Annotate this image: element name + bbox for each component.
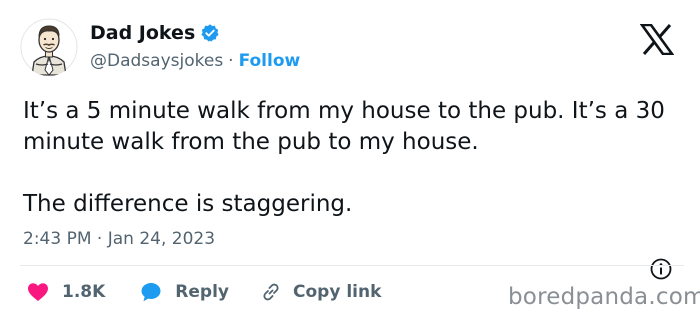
like-button[interactable]: 1.8K [26,280,105,304]
verified-badge-icon [201,24,219,42]
heart-icon [28,283,48,301]
watermark: boredpanda.com [508,284,700,310]
tweet-paragraph: The difference is staggering. [23,191,353,217]
follow-button[interactable]: Follow [239,51,301,71]
reply-bubble-icon [141,283,161,302]
author-handle-row: @Dadsaysjokes · Follow [90,51,300,71]
info-icon[interactable] [650,258,672,280]
tweet-timestamp[interactable]: 2:43 PM · Jan 24, 2023 [23,229,215,249]
likes-count: 1.8K [62,282,106,302]
copy-link-label: Copy link [293,282,382,302]
author-handle[interactable]: @Dadsaysjokes [90,51,223,71]
author-avatar[interactable] [20,18,78,76]
divider [20,265,684,266]
x-logo-icon[interactable] [640,24,674,55]
link-icon [263,283,279,301]
separator-dot: · [228,51,234,71]
cartoon-dad-avatar-icon [20,18,78,76]
copy-link-button[interactable]: Copy link [259,280,381,304]
tweet-paragraph: It’s a 5 minute walk from my house to th… [23,98,665,155]
tweet-text: It’s a 5 minute walk from my house to th… [23,96,683,220]
action-bar: 1.8K Reply Copy link [26,278,381,306]
author-name-row: Dad Jokes [90,22,220,44]
reply-label: Reply [175,282,229,302]
author-name[interactable]: Dad Jokes [90,22,195,44]
reply-button[interactable]: Reply [139,280,229,304]
